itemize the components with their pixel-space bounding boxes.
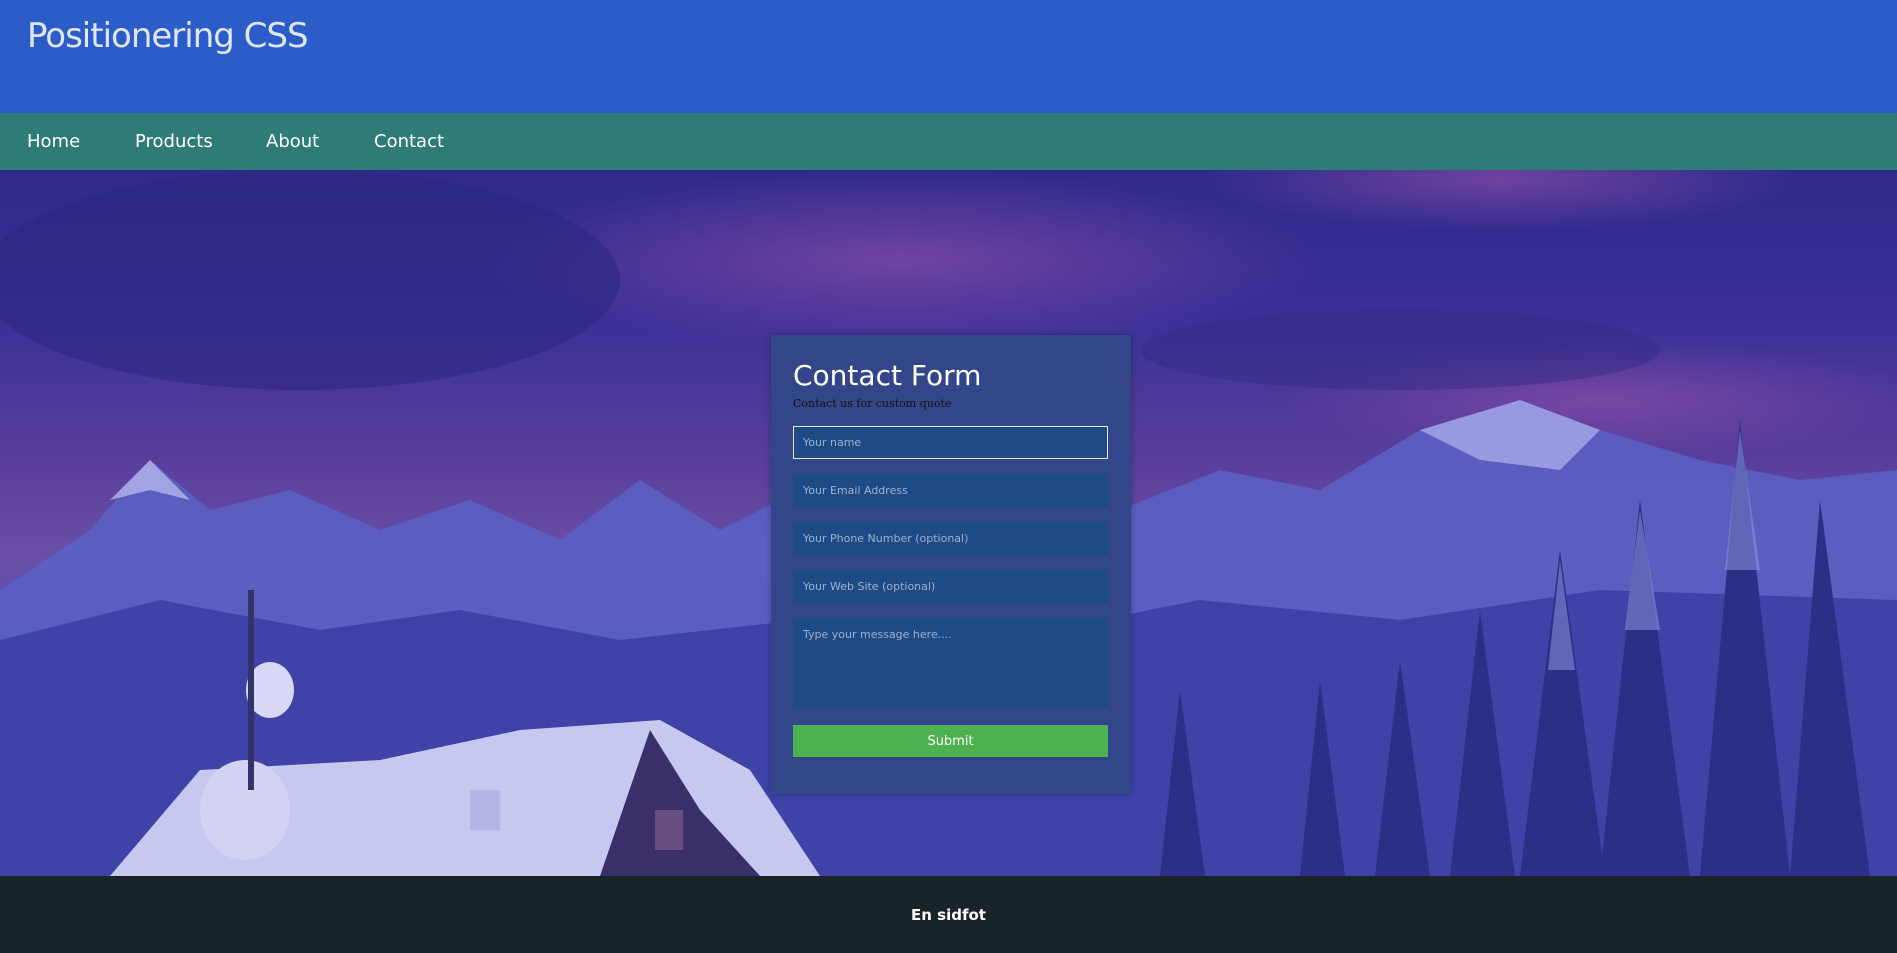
form-subtitle: Contact us for custom quote: [793, 397, 952, 410]
phone-input[interactable]: Your Phone Number (optional): [793, 522, 1108, 555]
submit-button[interactable]: Submit: [793, 725, 1108, 757]
email-input[interactable]: Your Email Address: [793, 474, 1108, 507]
nav-item-about[interactable]: About: [266, 131, 319, 152]
site-footer: En sidfot: [0, 876, 1897, 953]
site-header: Positionering CSS: [0, 0, 1897, 113]
contact-form: Contact Form Contact us for custom quote…: [771, 335, 1131, 794]
name-input[interactable]: Your name: [793, 426, 1108, 459]
site-title: Positionering CSS: [27, 16, 309, 56]
message-textarea[interactable]: Type your message here....: [793, 618, 1108, 707]
website-input[interactable]: Your Web Site (optional): [793, 570, 1108, 603]
nav-item-contact[interactable]: Contact: [374, 131, 444, 152]
nav-item-products[interactable]: Products: [135, 131, 213, 152]
form-title: Contact Form: [793, 359, 982, 392]
footer-text: En sidfot: [911, 906, 986, 924]
main-nav: Home Products About Contact: [0, 113, 1897, 170]
nav-item-home[interactable]: Home: [27, 131, 80, 152]
